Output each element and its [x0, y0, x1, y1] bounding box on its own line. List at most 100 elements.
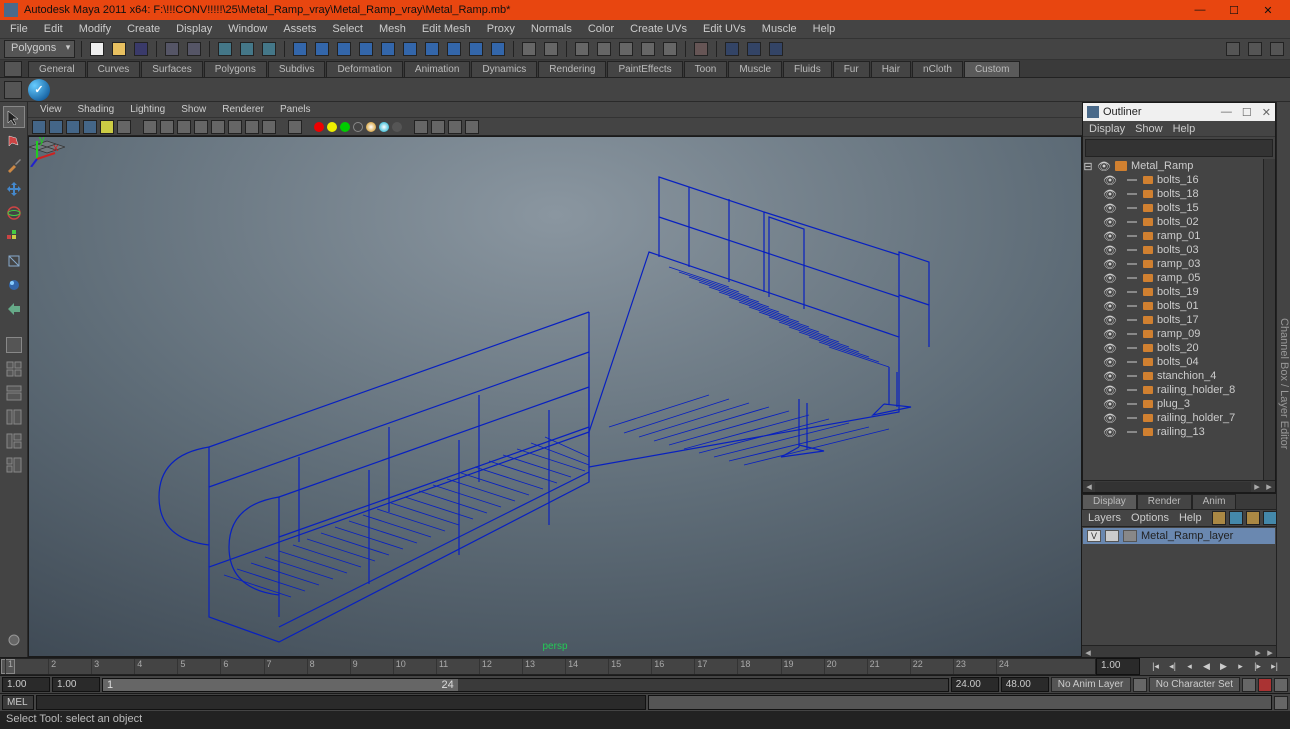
shelf-tab-surfaces[interactable]: Surfaces — [141, 61, 202, 77]
outliner-menu-display[interactable]: Display — [1089, 123, 1125, 135]
layer-tab-render[interactable]: Render — [1137, 494, 1192, 509]
panel-imageplane-icon[interactable] — [66, 120, 80, 134]
xray-icon[interactable] — [314, 122, 324, 132]
autokey-icon[interactable] — [1258, 678, 1272, 692]
visibility-icon[interactable]: 👁 — [1103, 385, 1117, 395]
xray-active-icon[interactable] — [340, 122, 350, 132]
redo-icon[interactable] — [185, 40, 203, 58]
shelf-tab-ncloth[interactable]: nCloth — [912, 61, 963, 77]
layer-row[interactable]: V Metal_Ramp_layer — [1083, 528, 1275, 544]
layer-icon4[interactable] — [1263, 511, 1277, 525]
paint-tool[interactable] — [3, 154, 25, 176]
current-frame-field[interactable]: 1.00 — [1096, 658, 1140, 675]
snap-point-icon[interactable] — [617, 40, 635, 58]
shelf-tab-rendering[interactable]: Rendering — [538, 61, 606, 77]
outliner-titlebar[interactable]: Outliner — ☐ ✕ — [1083, 103, 1275, 121]
visibility-icon[interactable]: 👁 — [1103, 203, 1117, 213]
step-back-key-button[interactable]: ◂| — [1166, 660, 1180, 674]
tool-settings-icon[interactable] — [3, 629, 25, 651]
rotate-tool[interactable] — [3, 202, 25, 224]
layer-icon1[interactable] — [1212, 511, 1226, 525]
expose3-icon[interactable] — [379, 122, 389, 132]
menu-normals[interactable]: Normals — [523, 21, 580, 37]
outliner-vscrollbar[interactable] — [1263, 159, 1275, 480]
panel-hq-icon[interactable] — [245, 120, 259, 134]
lasso-tool[interactable] — [3, 130, 25, 152]
cmd-lang-label[interactable]: MEL — [2, 695, 34, 710]
maximize-button[interactable]: ☐ — [1224, 4, 1244, 17]
shelf-tab-painteffects[interactable]: PaintEffects — [607, 61, 682, 77]
outliner-item[interactable]: 👁bolts_20 — [1083, 341, 1275, 355]
play-forward-button[interactable]: ▶ — [1217, 660, 1231, 674]
single-view-icon[interactable] — [3, 334, 25, 356]
outliner-item[interactable]: 👁bolts_16 — [1083, 173, 1275, 187]
layer-menu-options[interactable]: Options — [1131, 512, 1169, 524]
range-handle[interactable]: 1 24 — [103, 679, 458, 691]
menu-edit[interactable]: Edit — [36, 21, 71, 37]
outliner-item[interactable]: 👁bolts_18 — [1083, 187, 1275, 201]
visibility-icon[interactable]: 👁 — [1103, 315, 1117, 325]
menu-proxy[interactable]: Proxy — [479, 21, 523, 37]
visibility-icon[interactable]: 👁 — [1103, 287, 1117, 297]
close-button[interactable]: ✕ — [1258, 4, 1278, 17]
goto-start-button[interactable]: |◂ — [1149, 660, 1163, 674]
outliner-menu-show[interactable]: Show — [1135, 123, 1163, 135]
layer-icon2[interactable] — [1229, 511, 1243, 525]
outliner-item[interactable]: 👁ramp_09 — [1083, 327, 1275, 341]
mask9-icon[interactable] — [467, 40, 485, 58]
outliner-menu-help[interactable]: Help — [1173, 123, 1196, 135]
layer-list[interactable]: V Metal_Ramp_layer ◂ ▸ ▸ — [1082, 526, 1276, 657]
visibility-icon[interactable]: 👁 — [1103, 413, 1117, 423]
expose4-icon[interactable] — [392, 122, 402, 132]
menu-modify[interactable]: Modify — [71, 21, 119, 37]
expose-icon[interactable] — [353, 122, 363, 132]
menu-edituvs[interactable]: Edit UVs — [695, 21, 754, 37]
open-icon[interactable] — [110, 40, 128, 58]
outliner-item[interactable]: 👁ramp_01 — [1083, 229, 1275, 243]
outliner-item[interactable]: 👁plug_3 — [1083, 397, 1275, 411]
last-tool[interactable] — [3, 298, 25, 320]
panel-renderer1-icon[interactable] — [414, 120, 428, 134]
play-back-button[interactable]: ◀ — [1200, 660, 1214, 674]
panel-menu-panels[interactable]: Panels — [272, 103, 319, 116]
panel-textured-icon[interactable] — [194, 120, 208, 134]
goto-end-button[interactable]: ▸| — [1268, 660, 1282, 674]
range-end-field[interactable]: 24.00 — [951, 677, 999, 692]
panel-renderer2-icon[interactable] — [431, 120, 445, 134]
prefs-icon[interactable] — [1274, 678, 1288, 692]
shelf-tab-fluids[interactable]: Fluids — [783, 61, 832, 77]
lock-sel-icon[interactable] — [520, 40, 538, 58]
outliner-item[interactable]: 👁railing_holder_8 — [1083, 383, 1275, 397]
menu-window[interactable]: Window — [220, 21, 275, 37]
outliner-item[interactable]: 👁bolts_01 — [1083, 299, 1275, 313]
visibility-icon[interactable]: 👁 — [1097, 161, 1111, 171]
mask5-icon[interactable] — [379, 40, 397, 58]
render-icon[interactable] — [723, 40, 741, 58]
range-end-full-field[interactable]: 48.00 — [1001, 677, 1049, 692]
shelf-menu-icon[interactable] — [4, 61, 22, 77]
panel-wire-icon[interactable] — [143, 120, 157, 134]
outliner-hscrollbar[interactable]: ◂ ▸ ▸ — [1083, 480, 1275, 492]
save-icon[interactable] — [132, 40, 150, 58]
panel-grid-icon[interactable] — [100, 120, 114, 134]
shelf-tab-custom[interactable]: Custom — [964, 61, 1020, 77]
outliner-minimize-button[interactable]: — — [1221, 106, 1232, 119]
sidetab-channelbox[interactable]: Channel Box / Layer Editor — [1278, 318, 1290, 449]
menu-file[interactable]: File — [2, 21, 36, 37]
step-back-button[interactable]: ◂ — [1183, 660, 1197, 674]
mask3-icon[interactable] — [335, 40, 353, 58]
panel-ao-icon[interactable] — [262, 120, 276, 134]
shelf-tab-animation[interactable]: Animation — [404, 61, 470, 77]
panel-menu-shading[interactable]: Shading — [70, 103, 123, 116]
outliner-close-button[interactable]: ✕ — [1262, 106, 1271, 119]
snap-plane-icon[interactable] — [639, 40, 657, 58]
visibility-icon[interactable]: 👁 — [1103, 343, 1117, 353]
outliner-item[interactable]: 👁bolts_04 — [1083, 355, 1275, 369]
panel-bookmark-icon[interactable] — [49, 120, 63, 134]
step-forward-button[interactable]: ▸ — [1234, 660, 1248, 674]
sel-hier-icon[interactable] — [216, 40, 234, 58]
scroll-left-button[interactable]: ◂ — [1082, 646, 1094, 657]
toggle-attr-icon[interactable] — [1268, 40, 1286, 58]
history-icon[interactable] — [692, 40, 710, 58]
layout1-icon[interactable] — [3, 382, 25, 404]
